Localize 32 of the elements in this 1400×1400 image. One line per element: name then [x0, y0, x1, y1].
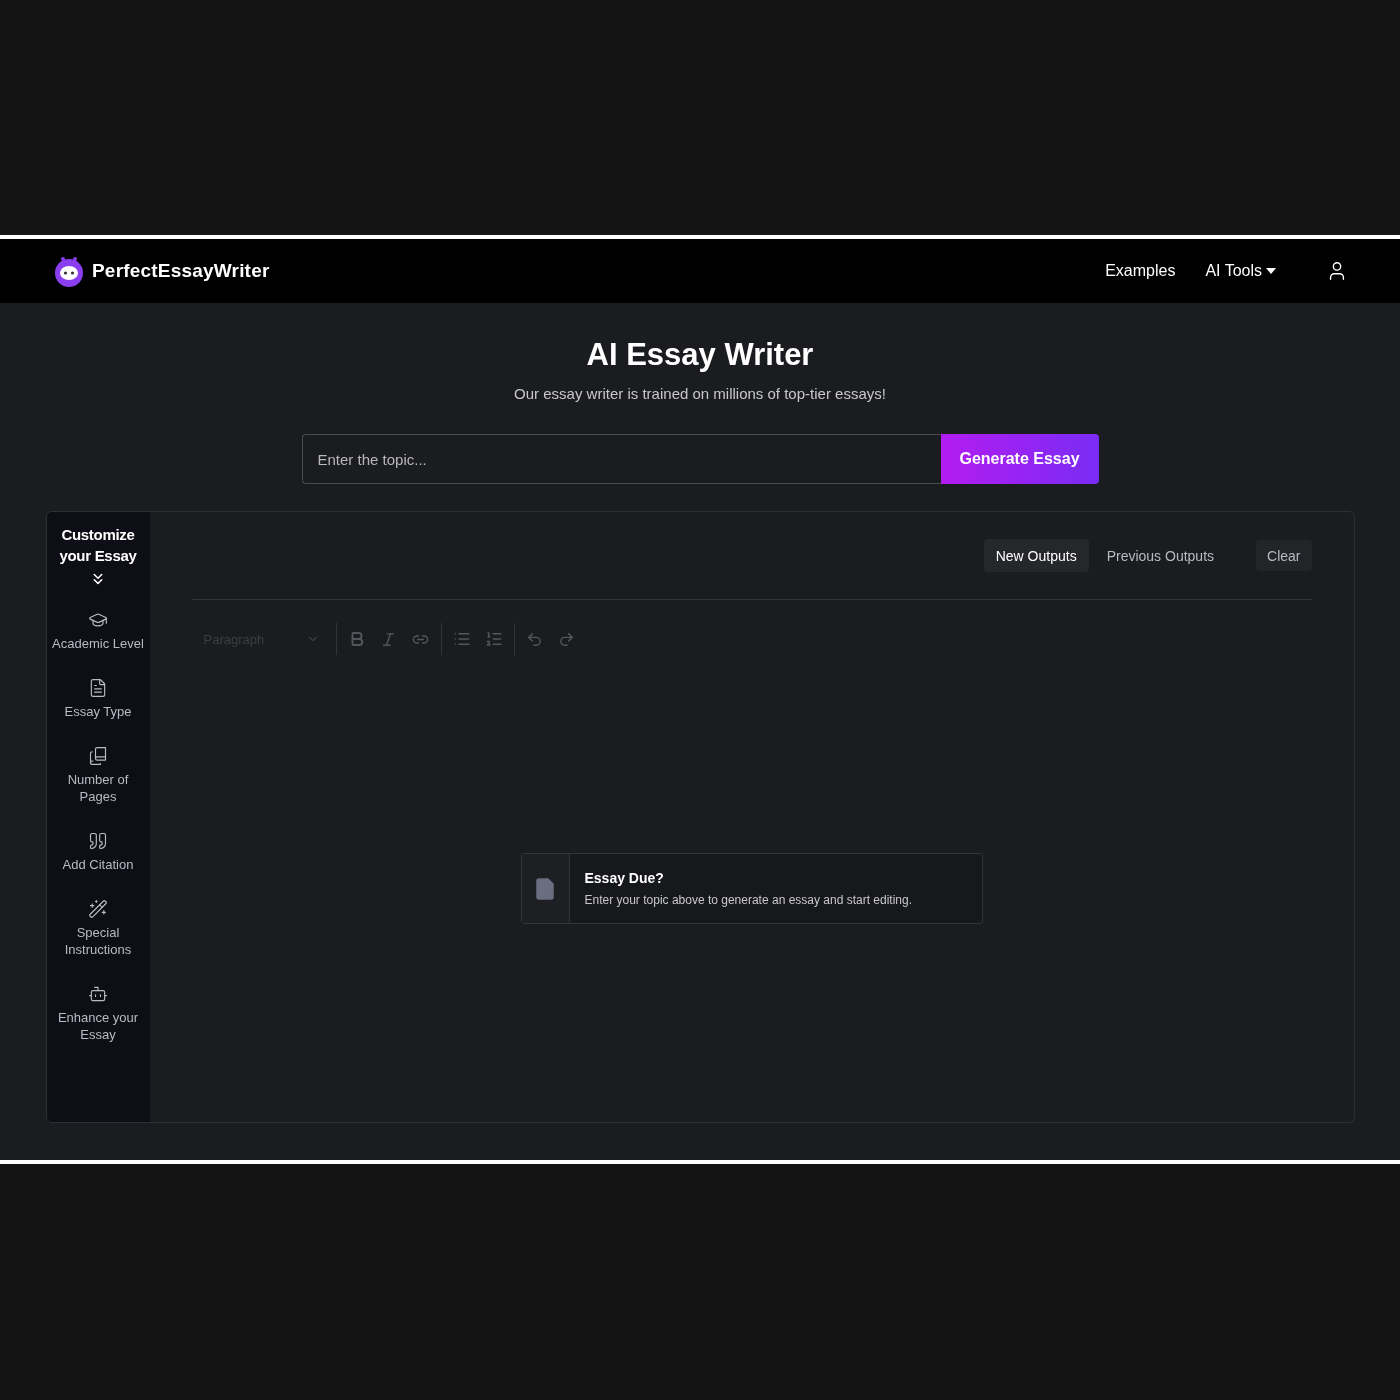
caret-icon: [1266, 268, 1276, 274]
sidebar-item[interactable]: Add Citation: [46, 831, 150, 873]
topic-input[interactable]: Enter the topic...: [301, 434, 941, 484]
generate-button[interactable]: Generate Essay: [940, 434, 1099, 484]
output-tab[interactable]: Previous Outputs: [1094, 539, 1227, 572]
numbered-list-icon: [484, 630, 503, 648]
output-tab[interactable]: New Outputs: [983, 539, 1089, 572]
sidebar-item[interactable]: Special Instructions: [46, 899, 150, 958]
page-title: AI Essay Writer: [586, 337, 814, 373]
magic-wand-icon: [88, 899, 108, 919]
page-subtitle: Our essay writer is trained on millions of top-tier essays!: [514, 385, 886, 402]
nav-dropdown[interactable]: AI Tools: [1205, 262, 1276, 280]
sidebar-item[interactable]: Essay Type: [46, 678, 150, 720]
brand-name[interactable]: PerfectEssayWriter: [92, 260, 270, 282]
sidebar-item[interactable]: Academic Level: [46, 610, 150, 652]
bullet-list-icon: [452, 630, 471, 648]
sidebar-item[interactable]: Enhance your Essay: [46, 984, 150, 1043]
document-icon: [88, 678, 108, 698]
clear-button[interactable]: Clear: [1256, 540, 1312, 571]
notice-title: Essay Due?: [584, 870, 665, 886]
sidebar-item[interactable]: Number of Pages: [46, 746, 150, 805]
italic-icon: [380, 630, 397, 648]
document-icon: [533, 876, 557, 901]
notice-text: Enter your topic above to generate an essay and start editing.: [584, 893, 913, 907]
pages-icon: [88, 746, 108, 766]
undo-icon: [526, 630, 543, 648]
sidebar-title: Customize your Essay: [58, 525, 138, 566]
quote-icon: [88, 831, 108, 851]
robot-icon: [88, 984, 108, 1004]
redo-icon: [558, 630, 575, 648]
nav-link[interactable]: Examples: [1105, 262, 1176, 280]
logo-icon: [52, 254, 86, 288]
